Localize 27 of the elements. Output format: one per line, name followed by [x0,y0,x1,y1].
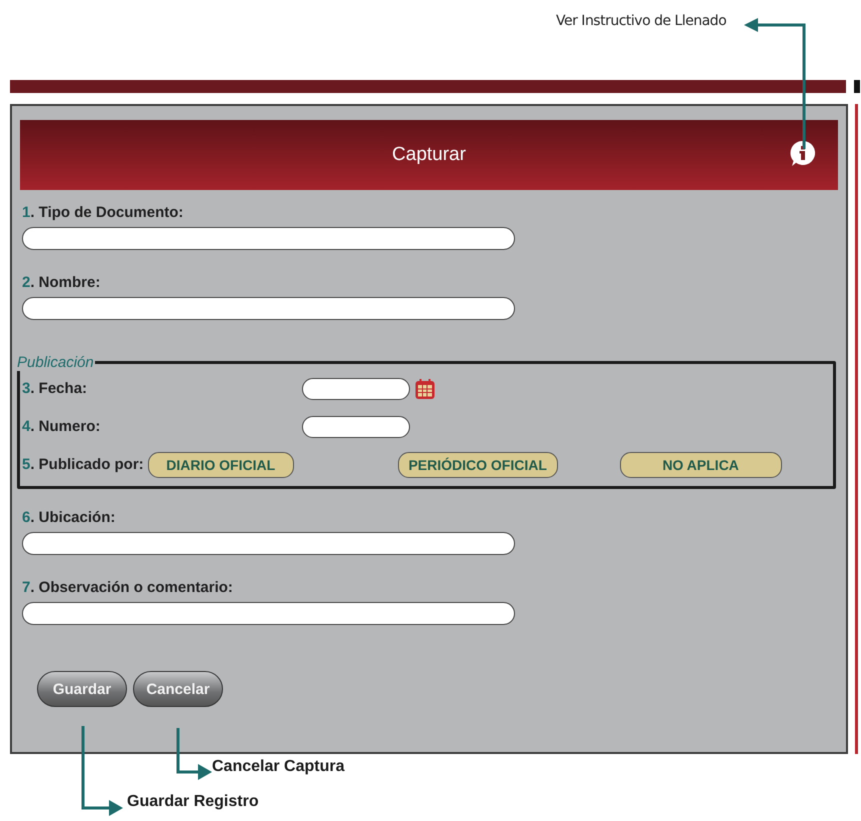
cancel-button[interactable]: Cancelar [133,671,223,707]
callout-label: Ver Instructivo de Llenado [556,13,726,31]
group-legend: Publicación [16,354,95,371]
option-button[interactable]: PERIÓDICO OFICIAL [398,452,558,478]
field-label: 3. Fecha: [22,380,88,397]
text-field[interactable] [22,532,515,555]
form-title: Capturar [392,144,466,166]
text-field[interactable] [22,602,515,625]
option-button[interactable]: NO APLICA [620,452,782,478]
text-field[interactable] [22,227,515,250]
field-label: 4. Numero: [22,418,102,435]
callout-label: Guardar Registro [127,793,259,811]
square-mark [854,80,860,92]
field-label: 7. Observación o comentario: [22,579,234,596]
field-label: 5. Publicado por: [22,456,144,473]
info-icon[interactable] [790,140,816,168]
number-field[interactable] [302,416,410,438]
field-label: 2. Nombre: [22,274,102,291]
field-label: 6. Ubicación: [22,509,116,526]
callout-label: Cancelar Captura [212,758,344,776]
field-label: 1. Tipo de Documento: [22,204,184,221]
option-button[interactable]: DIARIO OFICIAL [148,452,294,478]
calendar-icon[interactable] [414,378,436,400]
callout-arrow [176,728,212,782]
date-field[interactable] [302,378,410,400]
save-button[interactable]: Guardar [37,671,127,707]
text-field[interactable] [22,297,515,320]
